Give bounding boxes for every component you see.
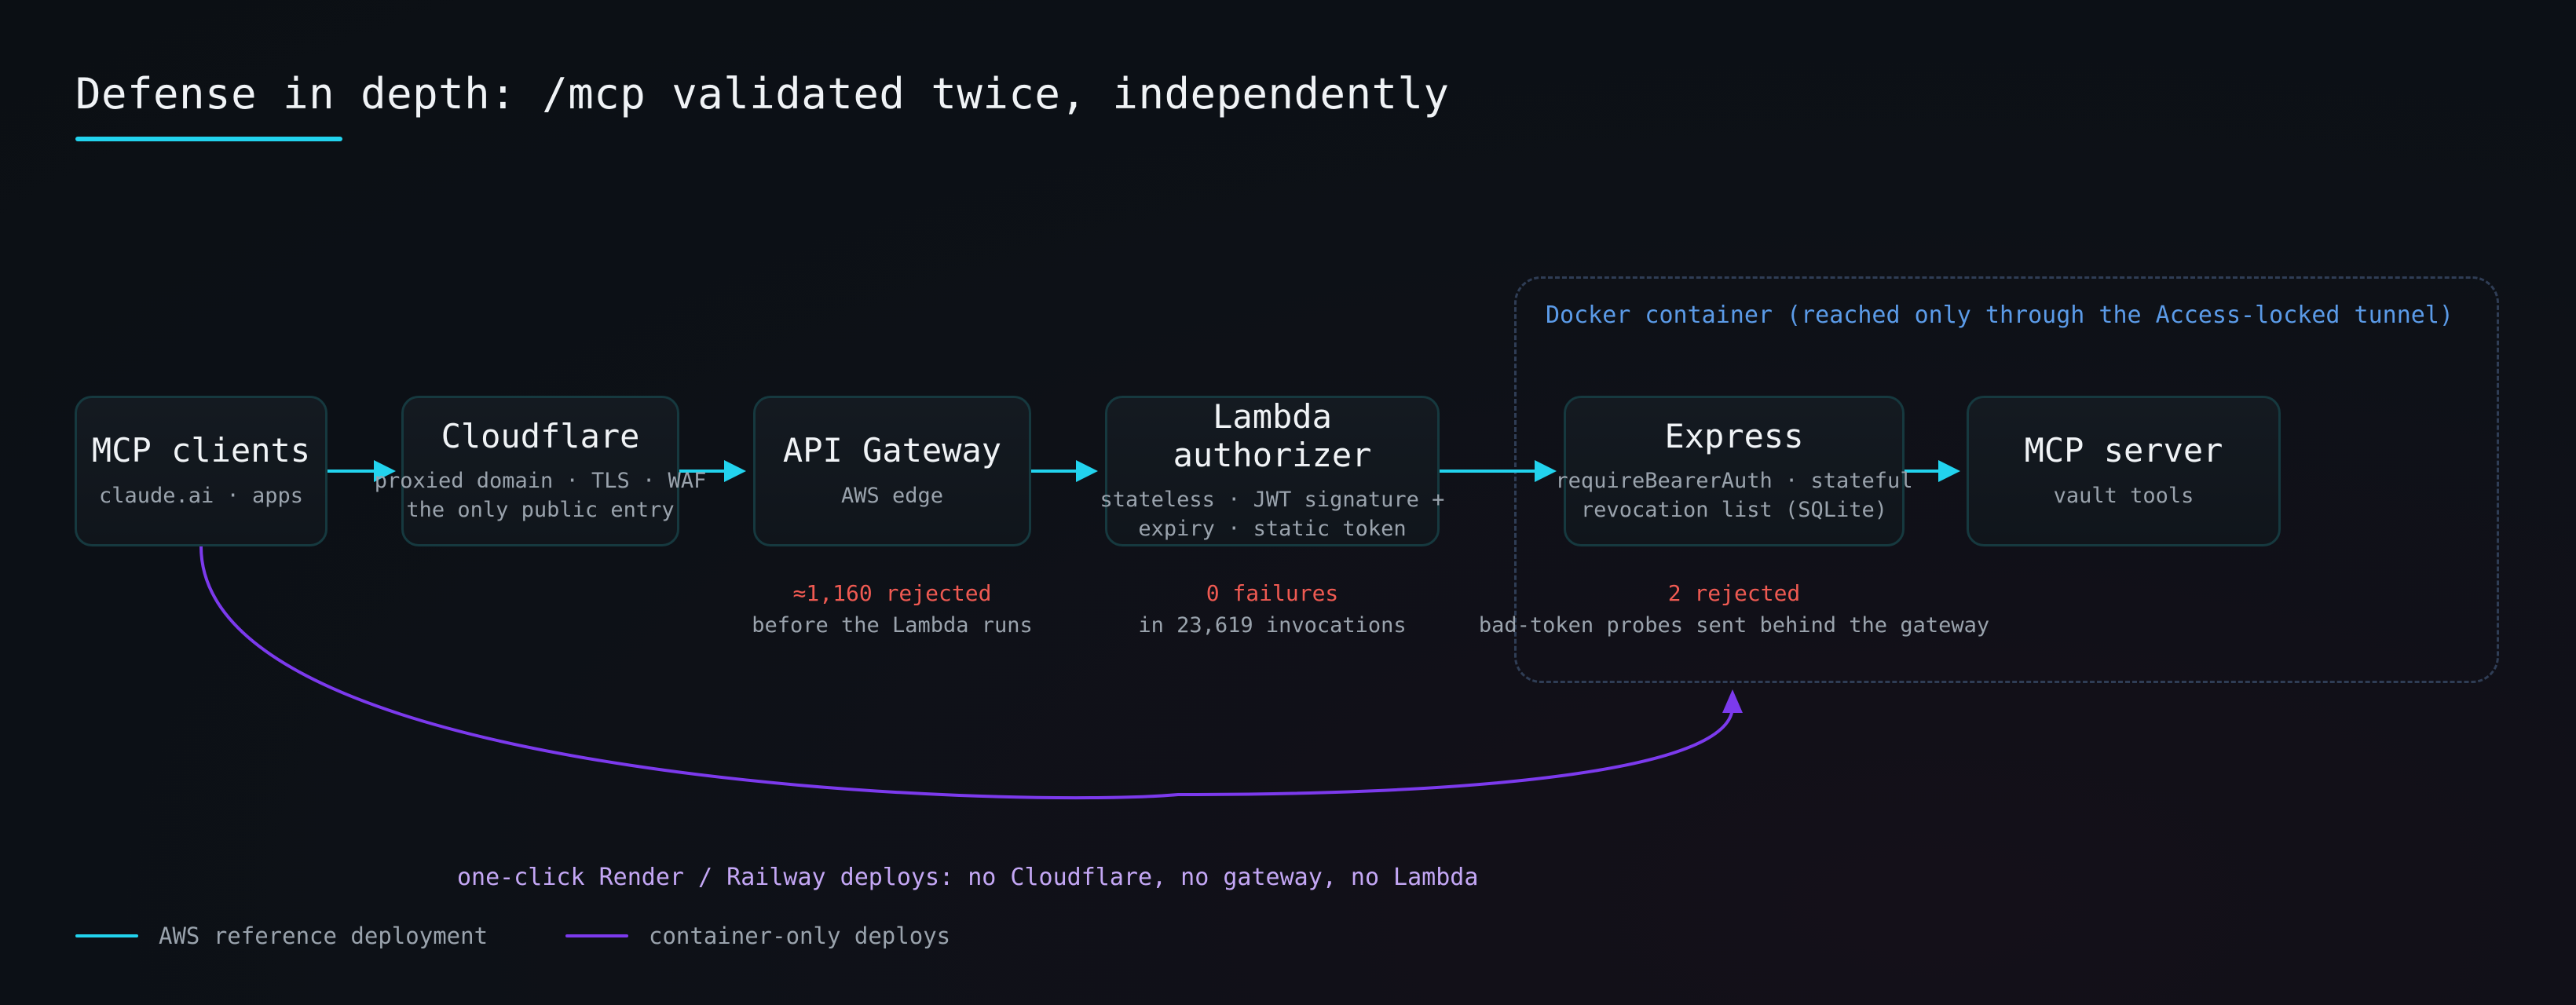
arrowhead-express-to-mcp-server [1938, 460, 1960, 482]
stat-express: 2 rejected bad-token probes sent behind … [1479, 578, 1989, 641]
bypass-note: one-click Render / Railway deploys: no C… [457, 864, 1479, 891]
arrowhead-gateway-to-lambda [1076, 460, 1098, 482]
node-title: Express [1664, 416, 1804, 455]
node-api-gateway: API Gateway AWS edge [753, 396, 1031, 546]
node-subtitle: proxied domain · TLS · WAF the only publ… [375, 466, 707, 525]
stat-headline: ≈1,160 rejected [792, 580, 992, 606]
node-subtitle: stateless · JWT signature + expiry · sta… [1100, 485, 1445, 544]
legend-item-container: container-only deploys [565, 923, 950, 949]
stat-headline: 0 failures [1206, 580, 1339, 606]
legend-label: AWS reference deployment [159, 923, 488, 949]
node-title: API Gateway [782, 431, 1002, 470]
node-title: Lambda authorizer [1173, 397, 1372, 474]
node-subtitle-line: vault tools [2053, 483, 2194, 508]
node-subtitle-line: revocation list (SQLite) [1580, 498, 1888, 523]
node-subtitle-line: the only public entry [406, 498, 675, 523]
legend-label: container-only deploys [649, 923, 951, 949]
node-subtitle-line: expiry · static token [1138, 517, 1407, 542]
node-subtitle-line: AWS edge [840, 483, 944, 508]
node-lambda-authorizer: Lambda authorizer stateless · JWT signat… [1100, 396, 1444, 546]
node-cloudflare: Cloudflare proxied domain · TLS · WAF th… [375, 396, 706, 546]
stat-detail: in 23,619 invocations [1138, 612, 1407, 638]
arrowhead-lambda-to-express [1535, 460, 1557, 482]
legend-swatch-cyan [75, 934, 138, 937]
node-express: Express requireBearerAuth · stateful rev… [1555, 396, 1913, 546]
node-subtitle-line: stateless · JWT signature + [1100, 488, 1445, 513]
node-title: Cloudflare [441, 416, 640, 455]
stat-detail: bad-token probes sent behind the gateway [1478, 612, 1990, 638]
node-subtitle-line: proxied domain · TLS · WAF [374, 468, 707, 493]
node-mcp-server: MCP server vault tools [1967, 396, 2281, 546]
node-subtitle-line: claude.ai · apps [98, 483, 304, 508]
stat-headline: 2 rejected [1667, 580, 1801, 606]
node-title: MCP clients [91, 431, 311, 470]
stat-detail: before the Lambda runs [752, 612, 1033, 638]
node-subtitle: claude.ai · apps [99, 481, 303, 510]
arrowhead-cloudflare-to-gateway [724, 460, 746, 482]
legend-item-aws: AWS reference deployment [75, 923, 488, 949]
node-subtitle-line: requireBearerAuth · stateful [1555, 468, 1913, 493]
node-subtitle: vault tools [2054, 481, 2194, 510]
node-title: MCP server [2024, 431, 2223, 470]
stat-api-gateway: ≈1,160 rejected before the Lambda runs [752, 578, 1033, 641]
bypass-arrowhead [1722, 689, 1743, 713]
node-subtitle: requireBearerAuth · stateful revocation … [1555, 466, 1912, 525]
stat-lambda: 0 failures in 23,619 invocations [1138, 578, 1406, 641]
node-subtitle: AWS edge [841, 481, 943, 510]
node-mcp-clients: MCP clients claude.ai · apps [75, 396, 327, 546]
legend-swatch-purple [565, 934, 628, 937]
